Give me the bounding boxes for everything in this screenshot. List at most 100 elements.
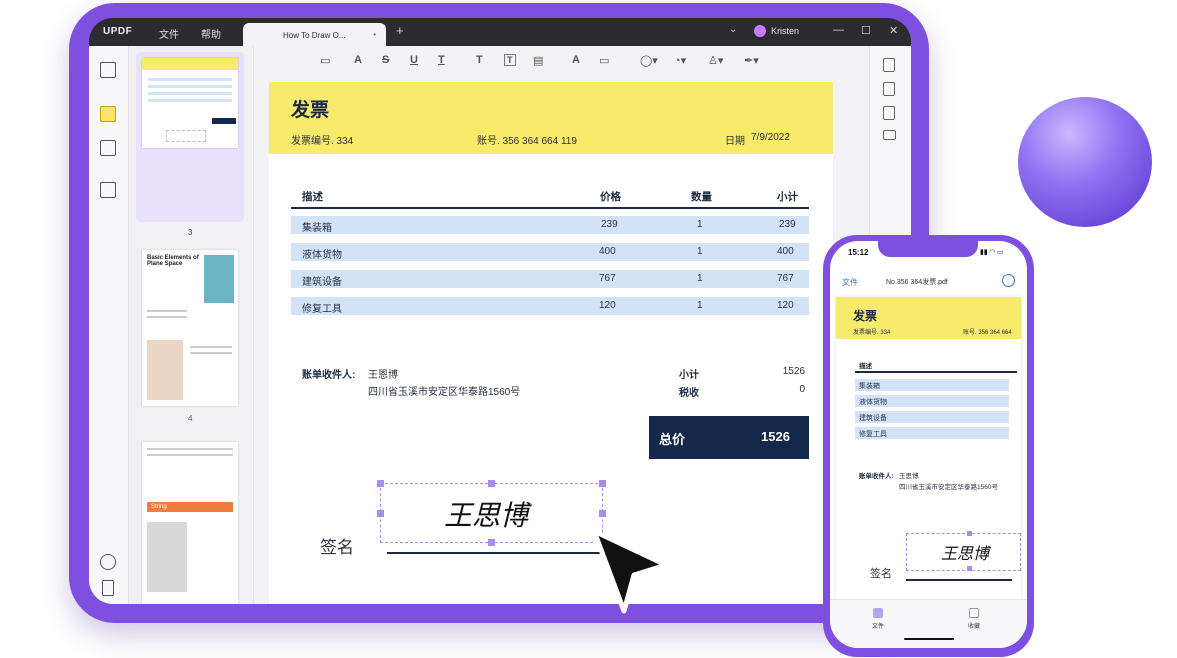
reader-icon[interactable] (100, 62, 116, 78)
item-desc: 液体货物 (302, 250, 342, 261)
share-icon[interactable] (1002, 274, 1015, 287)
tab-close-icon[interactable]: • (373, 30, 376, 39)
close-button[interactable]: ✕ (889, 24, 898, 37)
workspace: 3 Basic Elements of Plane Space 4 String… (89, 46, 911, 604)
subtotal-label: 小计 (679, 370, 699, 381)
item-price: 400 (599, 246, 616, 257)
text-box-tool[interactable]: T (504, 54, 516, 66)
phone-account-number: 账号. 356 364 664 (963, 330, 1012, 336)
item-desc: 修复工具 (302, 304, 342, 315)
thumbnail-panel: 3 Basic Elements of Plane Space 4 String (129, 46, 254, 604)
menu-file[interactable]: 文件 (159, 26, 179, 41)
tab-favorites[interactable]: 收藏 (968, 621, 980, 630)
item-subtotal: 239 (779, 219, 796, 230)
resize-handle[interactable] (967, 531, 972, 536)
minimize-button[interactable]: — (833, 24, 844, 36)
back-button[interactable]: 文件 (842, 277, 858, 288)
resize-handle[interactable] (599, 480, 606, 487)
layers-icon[interactable] (100, 554, 116, 570)
total-label: 总价 (659, 432, 686, 447)
column-header-desc: 描述 (302, 191, 323, 203)
page-thumbnail-3[interactable] (142, 58, 238, 148)
app-logo: UPDF (103, 26, 133, 37)
phone-table-row: 液体货物 (855, 395, 1009, 407)
maximize-button[interactable]: ☐ (861, 24, 871, 37)
phone-invoice-number: 发票编号. 334 (853, 330, 891, 336)
highlight-tool[interactable]: A (354, 54, 362, 66)
signal-icon: ▮▮ ◠ ▭ (980, 249, 1004, 256)
squiggly-tool[interactable]: T (438, 54, 445, 66)
invoice-header: 发票 发票编号. 334 账号. 356 364 664 119 日期 7/9/… (269, 82, 833, 154)
files-tab-icon[interactable] (873, 608, 883, 618)
pencil-tool[interactable]: A (572, 54, 580, 66)
phone-notch (878, 241, 978, 257)
tax-value: 0 (799, 384, 805, 395)
organize-pages-icon[interactable] (100, 182, 116, 198)
sticky-note-icon[interactable]: ▤ (533, 54, 543, 67)
mail-icon[interactable] (883, 130, 896, 140)
phone-table-row: 修复工具 (855, 427, 1009, 439)
bookmark-icon[interactable] (102, 580, 114, 596)
file-name: No.356 364发票.pdf (886, 279, 948, 286)
tax-label: 税收 (679, 388, 699, 399)
thumbnail-heading: Basic Elements of Plane Space (147, 255, 199, 267)
phone-bill-to-label: 账单收件人: (859, 473, 894, 480)
edit-icon[interactable] (100, 140, 116, 156)
phone-bill-to-name: 王思博 (899, 473, 919, 480)
page-thumbnail-4[interactable]: Basic Elements of Plane Space (142, 250, 238, 406)
phone-table-row: 建筑设备 (855, 411, 1009, 423)
item-price: 767 (599, 273, 616, 284)
protect-icon[interactable] (883, 106, 895, 120)
thumbnail-page-number: 4 (188, 414, 193, 423)
pdfa-icon[interactable] (883, 82, 895, 96)
item-price: 239 (601, 219, 618, 230)
item-desc: 集装箱 (302, 223, 332, 234)
shape-tool-icon[interactable]: ◯▾ (640, 54, 658, 67)
text-tool[interactable]: T (476, 54, 483, 66)
underline-tool[interactable]: U (410, 54, 418, 66)
chevron-down-icon[interactable]: ⌄ (729, 24, 737, 35)
phone-screen: 15:12 ▮▮ ◠ ▭ 文件 No.356 364发票.pdf 发票 发票编号… (830, 241, 1027, 648)
page-thumbnail-5[interactable]: String (142, 442, 238, 604)
stamp-icon[interactable]: ♙▾ (708, 54, 723, 67)
strikethrough-tool[interactable]: S (382, 54, 389, 66)
resize-handle[interactable] (377, 480, 384, 487)
signature-icon[interactable]: ✒▾ (744, 54, 759, 67)
resize-handle[interactable] (377, 510, 384, 517)
annotation-toolbar: ▭ A S U T T T ▤ A ▭ ◯▾ ◔▾ ♙▾ ✒▾ (254, 46, 869, 76)
signature-label: 签名 (320, 538, 354, 557)
invoice-number: 发票编号. 334 (291, 136, 354, 147)
favorites-tab-icon[interactable] (969, 608, 979, 618)
resize-handle[interactable] (488, 539, 495, 546)
item-qty: 1 (697, 219, 703, 230)
user-account[interactable]: Kristen (754, 24, 814, 40)
resize-handle[interactable] (967, 566, 972, 571)
phone-signature-text: 王思博 (941, 544, 990, 563)
signature-field[interactable]: 王思博 (377, 480, 606, 546)
phone-bill-to-address: 四川省玉溪市安定区华泰路1560号 (899, 484, 998, 491)
eraser-icon[interactable]: ▭ (599, 54, 609, 67)
thumbnail-page-number: 3 (188, 228, 193, 237)
color-tool-icon[interactable]: ◔▾ (674, 54, 686, 67)
phone-invoice-title: 发票 (853, 309, 878, 323)
tab-files[interactable]: 文件 (872, 621, 884, 630)
resize-handle[interactable] (488, 480, 495, 487)
phone-signature-field[interactable]: 王思博 (906, 531, 1021, 571)
phone-signature-label: 签名 (870, 568, 892, 580)
item-qty: 1 (697, 300, 703, 311)
table-row: 建筑设备 767 1 767 (291, 270, 809, 288)
new-tab-button[interactable]: + (396, 23, 404, 38)
app-window: UPDF 文件 帮助 How To Draw O... • + ⌄ Kriste… (89, 18, 911, 604)
item-subtotal: 400 (777, 246, 794, 257)
resize-handle[interactable] (599, 510, 606, 517)
convert-icon[interactable] (883, 58, 895, 72)
phone-signature-line (906, 579, 1012, 581)
item-qty: 1 (697, 246, 703, 257)
document-tab[interactable]: How To Draw O... • (243, 23, 386, 46)
comment-icon[interactable] (100, 106, 116, 122)
column-header-subtotal: 小计 (777, 191, 798, 203)
column-header-qty: 数量 (691, 191, 712, 203)
comment-tool-icon[interactable]: ▭ (320, 54, 330, 67)
menu-help[interactable]: 帮助 (201, 26, 221, 41)
total-box: 总价 1526 (649, 416, 809, 459)
